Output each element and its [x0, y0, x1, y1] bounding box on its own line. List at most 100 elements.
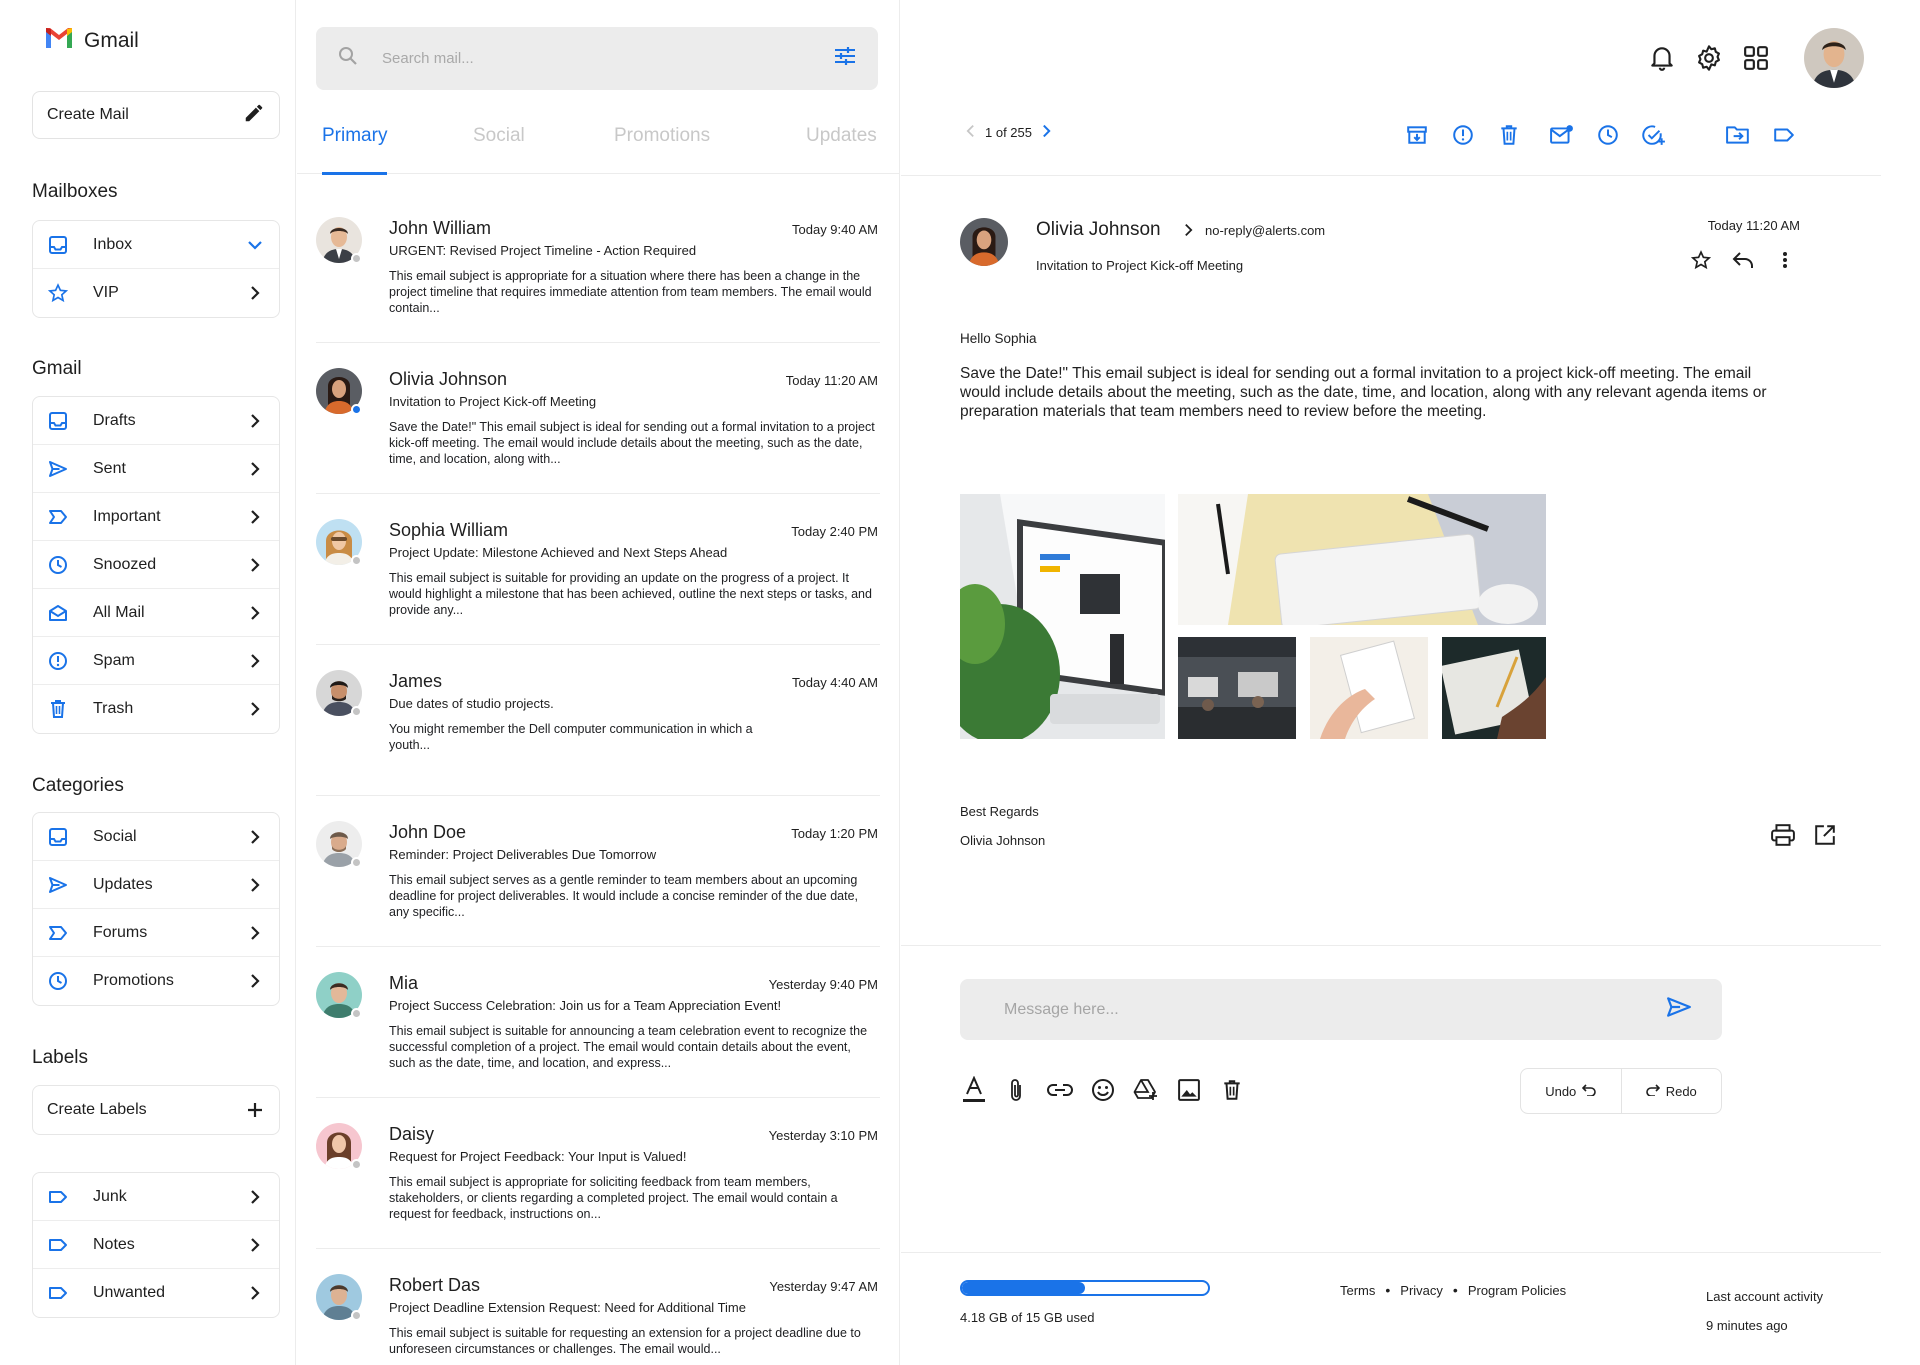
storage-text: 4.18 GB of 15 GB used: [960, 1310, 1095, 1325]
sidebar-item-spam[interactable]: Spam: [33, 637, 279, 685]
attachment-image[interactable]: [960, 494, 1165, 739]
sender-name: John Doe: [389, 822, 467, 842]
emoji-icon[interactable]: [1089, 1074, 1116, 1106]
create-labels-button[interactable]: Create Labels: [33, 1086, 279, 1134]
tab-updates[interactable]: Updates: [806, 120, 877, 174]
tool-group-3: [1723, 120, 1799, 150]
discard-icon[interactable]: [1218, 1074, 1245, 1106]
privacy-link[interactable]: Privacy: [1400, 1283, 1443, 1298]
attachment-image[interactable]: [1178, 637, 1296, 739]
sidebar-item-promotions[interactable]: Promotions: [33, 957, 279, 1005]
gear-icon[interactable]: [1694, 43, 1724, 73]
mail-subject: Request for Project Feedback: Your Input…: [389, 1149, 687, 1164]
snooze-icon[interactable]: [1593, 120, 1623, 150]
chevron-left-icon[interactable]: [966, 124, 975, 141]
text-format-icon[interactable]: [960, 1074, 987, 1106]
tab-social[interactable]: Social: [473, 120, 525, 174]
sidebar-item-updates[interactable]: Updates: [33, 861, 279, 909]
status-dot: [351, 1159, 362, 1170]
gmail-heading: Gmail: [32, 358, 82, 379]
attachment-image[interactable]: [1310, 637, 1428, 739]
apps-grid-icon[interactable]: [1741, 43, 1771, 73]
labels-heading: Labels: [32, 1047, 88, 1068]
storage-usage: 4.18 GB of 15 GB used: [960, 1280, 1210, 1325]
image-icon[interactable]: [1175, 1074, 1202, 1106]
move-to-icon[interactable]: [1723, 120, 1753, 150]
brand[interactable]: Gmail: [44, 26, 139, 55]
redo-button[interactable]: Redo: [1620, 1069, 1722, 1113]
undo-button[interactable]: Undo: [1521, 1069, 1621, 1113]
open-in-new-icon[interactable]: [1810, 820, 1840, 850]
delete-icon[interactable]: [1494, 120, 1524, 150]
add-task-icon[interactable]: [1639, 120, 1669, 150]
sidebar-item-snoozed[interactable]: Snoozed: [33, 541, 279, 589]
search-input[interactable]: [382, 50, 834, 67]
mail-item[interactable]: Robert Das Yesterday 9:47 AM Project Dea…: [316, 1249, 880, 1365]
mailboxes-heading: Mailboxes: [32, 181, 118, 202]
chevron-right-icon[interactable]: [1042, 124, 1051, 141]
send-icon[interactable]: [1666, 996, 1692, 1023]
sidebar-item-junk[interactable]: Junk: [33, 1173, 279, 1221]
search-icon: [338, 46, 358, 71]
message-actions: [1686, 245, 1800, 275]
report-spam-icon[interactable]: [1448, 120, 1478, 150]
link-icon[interactable]: [1046, 1074, 1073, 1106]
sidebar-item-drafts[interactable]: Drafts: [33, 397, 279, 445]
mark-unread-icon[interactable]: [1547, 120, 1577, 150]
mail-time: Today 2:40 PM: [791, 524, 878, 539]
mail-time: Today 1:20 PM: [791, 826, 878, 841]
sidebar-item-forums[interactable]: Forums: [33, 909, 279, 957]
sidebar-item-social[interactable]: Social: [33, 813, 279, 861]
sidebar-item-vip[interactable]: VIP: [33, 269, 279, 317]
sender-name: James: [389, 671, 443, 691]
sidebar-item-unwanted[interactable]: Unwanted: [33, 1269, 279, 1317]
bell-icon[interactable]: [1647, 43, 1677, 73]
mail-item[interactable]: John Doe Today 1:20 PM Reminder: Project…: [316, 796, 880, 947]
tab-primary[interactable]: Primary: [322, 120, 388, 175]
mail-item[interactable]: Mia Yesterday 9:40 PM Project Success Ce…: [316, 947, 880, 1098]
create-labels-label: Create Labels: [47, 1101, 147, 1118]
filter-icon[interactable]: [834, 46, 856, 71]
account-avatar[interactable]: [1804, 28, 1864, 88]
compose-box[interactable]: [960, 979, 1722, 1040]
reply-icon[interactable]: [1728, 245, 1758, 275]
mail-snippet: This email subject is suitable for reque…: [389, 1326, 861, 1356]
mail-item[interactable]: John William Today 9:40 AM URGENT: Revis…: [316, 192, 880, 343]
search-bar[interactable]: [316, 27, 878, 90]
message-input[interactable]: [1004, 1000, 1666, 1019]
print-icon[interactable]: [1768, 820, 1798, 850]
sidebar-item-inbox[interactable]: Inbox: [33, 221, 279, 269]
sidebar-item-sent[interactable]: Sent: [33, 445, 279, 493]
more-vert-icon[interactable]: [1770, 245, 1800, 275]
terms-link[interactable]: Terms: [1340, 1283, 1375, 1298]
create-mail-label: Create Mail: [47, 106, 129, 123]
chevron-right-icon: [245, 971, 265, 991]
sidebar-item-important[interactable]: Important: [33, 493, 279, 541]
tab-promotions[interactable]: Promotions: [614, 120, 710, 174]
mail-item[interactable]: Sophia William Today 2:40 PM Project Upd…: [316, 494, 880, 645]
program-policies-link[interactable]: Program Policies: [1468, 1283, 1566, 1298]
attach-icon[interactable]: [1003, 1074, 1030, 1106]
mail-item[interactable]: Olivia Johnson Today 11:20 AM Invitation…: [316, 343, 880, 494]
mailboxes-group: Inbox VIP: [32, 220, 280, 318]
mail-subject: Project Success Celebration: Join us for…: [389, 998, 782, 1013]
star-icon[interactable]: [1686, 245, 1716, 275]
sender-name: Mia: [389, 973, 419, 993]
footer-links: Terms • Privacy • Program Policies: [1340, 1282, 1566, 1298]
create-mail-button[interactable]: Create Mail: [32, 91, 280, 139]
label-icon[interactable]: [1769, 120, 1799, 150]
mail-item[interactable]: James Today 4:40 AM Due dates of studio …: [316, 645, 880, 796]
archive-icon[interactable]: [1402, 120, 1432, 150]
mail-time: Yesterday 9:40 PM: [768, 977, 878, 992]
attachment-image[interactable]: [1442, 637, 1546, 739]
mail-item[interactable]: Daisy Yesterday 3:10 PM Request for Proj…: [316, 1098, 880, 1249]
divider: [901, 1252, 1881, 1253]
status-dot: [351, 857, 362, 868]
drive-icon[interactable]: [1132, 1074, 1159, 1106]
chevron-right-icon: [245, 507, 265, 527]
sidebar-item-notes[interactable]: Notes: [33, 1221, 279, 1269]
sidebar-item-all-mail[interactable]: All Mail: [33, 589, 279, 637]
sidebar-item-trash[interactable]: Trash: [33, 685, 279, 733]
attachment-image[interactable]: [1178, 494, 1546, 625]
divider: [901, 945, 1881, 946]
